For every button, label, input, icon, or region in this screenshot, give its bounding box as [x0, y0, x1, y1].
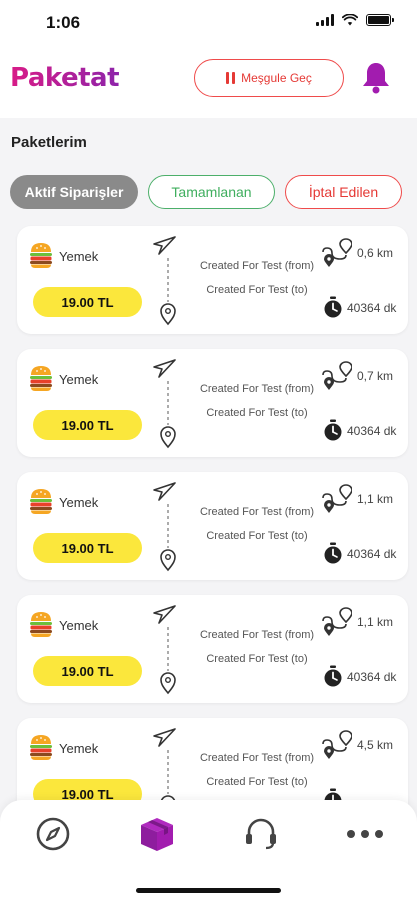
pause-icon	[226, 72, 236, 84]
location-pin-icon	[160, 672, 176, 695]
distance-icon	[322, 730, 352, 759]
bottom-nav	[0, 800, 417, 900]
home-indicator	[136, 888, 281, 893]
order-from-address: Created For Test (from)	[199, 752, 315, 764]
order-duration: 40364 dk	[347, 670, 397, 684]
navigation-arrow-icon	[153, 359, 176, 378]
order-duration: 40364 dk	[347, 424, 397, 438]
order-card[interactable]: Yemek 19.00 TL Created For Test (from) Crea…	[17, 595, 408, 703]
order-to-address: Created For Test (to)	[206, 653, 308, 665]
route-icon	[153, 359, 176, 449]
nav-item-explore[interactable]	[33, 814, 73, 854]
location-pin-icon	[160, 549, 176, 572]
notification-bell-icon[interactable]	[360, 60, 392, 96]
order-distance: 1,1 km	[357, 492, 394, 506]
burger-icon	[30, 489, 52, 514]
route-icon	[153, 236, 176, 326]
app-logo: Paketat	[10, 63, 120, 93]
tab-active-orders[interactable]: Aktif Siparişler	[10, 175, 138, 209]
order-price-badge: 19.00 TL	[33, 656, 142, 686]
order-to-address: Created For Test (to)	[206, 530, 308, 542]
burger-icon	[30, 243, 52, 268]
order-card[interactable]: Yemek 19.00 TL Created For Test (from) Crea…	[17, 472, 408, 580]
nav-item-support[interactable]	[241, 814, 281, 854]
battery-icon	[366, 14, 394, 26]
stopwatch-icon	[324, 296, 342, 318]
order-category: Yemek	[59, 618, 99, 633]
headset-icon	[246, 818, 276, 850]
order-category: Yemek	[59, 495, 99, 510]
navigation-arrow-icon	[153, 605, 176, 624]
location-pin-icon	[160, 303, 176, 326]
order-from-address: Created For Test (from)	[199, 383, 315, 395]
order-distance: 4,5 km	[357, 738, 394, 752]
burger-icon	[30, 735, 52, 760]
order-price-badge: 19.00 TL	[33, 410, 142, 440]
cellular-signal-icon	[316, 14, 334, 26]
order-to-address: Created For Test (to)	[206, 776, 308, 788]
order-to-address: Created For Test (to)	[206, 407, 308, 419]
distance-icon	[322, 484, 352, 513]
order-distance: 0,7 km	[357, 369, 394, 383]
more-icon	[347, 830, 383, 838]
compass-icon	[36, 817, 70, 851]
distance-icon	[322, 361, 352, 390]
order-to-address: Created For Test (to)	[206, 284, 308, 296]
order-distance: 1,1 km	[357, 615, 394, 629]
tab-completed[interactable]: Tamamlanan	[148, 175, 275, 209]
route-icon	[153, 605, 176, 695]
order-duration: 40364 dk	[347, 301, 397, 315]
order-duration: 40364 dk	[347, 547, 397, 561]
nav-item-more[interactable]	[345, 814, 385, 854]
order-from-address: Created For Test (from)	[199, 506, 315, 518]
order-price-badge: 19.00 TL	[33, 533, 142, 563]
location-pin-icon	[160, 426, 176, 449]
status-time: 1:06	[46, 13, 81, 32]
distance-icon	[322, 238, 352, 267]
burger-icon	[30, 366, 52, 391]
set-busy-button[interactable]: Meşgule Geç	[194, 59, 344, 97]
nav-item-packages[interactable]	[137, 814, 177, 854]
navigation-arrow-icon	[153, 728, 176, 747]
order-category: Yemek	[59, 741, 99, 756]
order-from-address: Created For Test (from)	[199, 260, 315, 272]
order-distance: 0,6 km	[357, 246, 394, 260]
order-card[interactable]: Yemek 19.00 TL Created For Test (from) Crea…	[17, 226, 408, 334]
app-header: Paketat Meşgule Geç	[0, 46, 417, 118]
package-icon	[141, 818, 173, 851]
section-title: Paketlerim	[11, 134, 87, 151]
tab-cancelled[interactable]: İptal Edilen	[285, 175, 402, 209]
status-bar: 1:06	[0, 0, 417, 46]
stopwatch-icon	[324, 542, 342, 564]
stopwatch-icon	[324, 665, 342, 687]
wifi-icon	[342, 14, 358, 26]
route-icon	[153, 482, 176, 572]
order-from-address: Created For Test (from)	[199, 629, 315, 641]
order-card[interactable]: Yemek 19.00 TL Created For Test (from) Crea…	[17, 349, 408, 457]
order-price-badge: 19.00 TL	[33, 287, 142, 317]
navigation-arrow-icon	[153, 236, 176, 255]
status-icons	[316, 14, 394, 26]
burger-icon	[30, 612, 52, 637]
order-category: Yemek	[59, 249, 99, 264]
navigation-arrow-icon	[153, 482, 176, 501]
set-busy-label: Meşgule Geç	[241, 71, 312, 85]
order-category: Yemek	[59, 372, 99, 387]
distance-icon	[322, 607, 352, 636]
stopwatch-icon	[324, 419, 342, 441]
